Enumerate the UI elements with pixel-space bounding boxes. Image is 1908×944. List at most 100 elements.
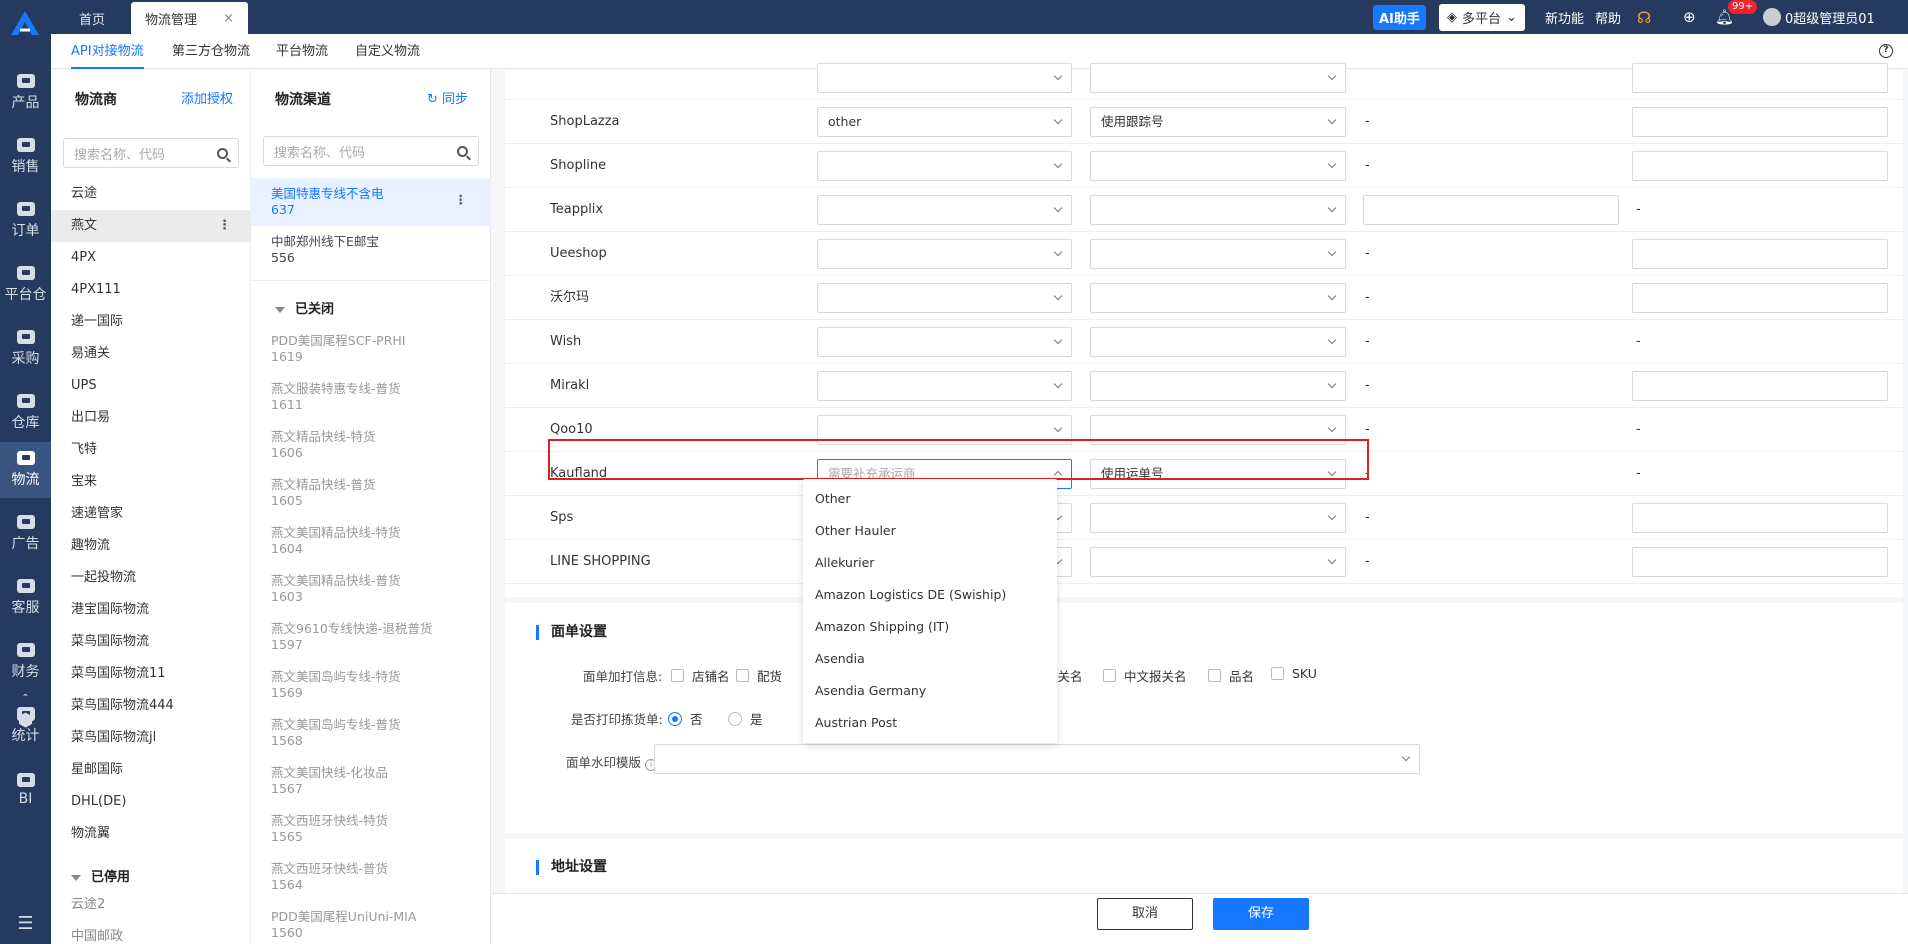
tab-home[interactable]: 首页 bbox=[65, 2, 119, 34]
rail-item-5[interactable]: 仓库 bbox=[0, 385, 51, 441]
carrier-select[interactable] bbox=[817, 283, 1072, 313]
channel-item[interactable]: 燕文9610专线快递-退税普货 1597 bbox=[251, 613, 491, 661]
channel-item[interactable]: 燕文美国岛屿专线-特货 1569 bbox=[251, 661, 491, 709]
dropdown-option[interactable]: Amazon Shipping (IT) bbox=[803, 611, 1057, 643]
rail-item-1[interactable]: 销售 bbox=[0, 129, 51, 185]
track-select[interactable] bbox=[1090, 547, 1346, 577]
channel-item[interactable]: 燕文美国岛屿专线-普货 1568 bbox=[251, 709, 491, 757]
extra-input[interactable] bbox=[1632, 239, 1888, 269]
rail-item-7[interactable]: 广告 bbox=[0, 506, 51, 562]
track-select[interactable]: 使用跟踪号 bbox=[1090, 107, 1346, 137]
checkbox-sku[interactable]: SKU bbox=[1271, 666, 1317, 681]
extra-input[interactable] bbox=[1632, 63, 1888, 93]
sync-button[interactable]: ↻ 同步 bbox=[427, 88, 468, 107]
menu-icon[interactable]: ☰ bbox=[0, 906, 51, 940]
channel-item[interactable]: 燕文西班牙快线-特货 1565 bbox=[251, 805, 491, 853]
rail-item-8[interactable]: 客服 bbox=[0, 570, 51, 626]
rail-item-4[interactable]: 采购 bbox=[0, 321, 51, 377]
checkbox-shop-name[interactable]: 店铺名 bbox=[671, 666, 730, 685]
list-item[interactable]: UPS bbox=[51, 370, 251, 402]
platform-select[interactable]: ◈ 多平台 ⌄ bbox=[1439, 3, 1525, 31]
list-item[interactable]: 4PX111 bbox=[51, 274, 251, 306]
list-item[interactable]: 速递管家 bbox=[51, 498, 251, 530]
app-logo-icon[interactable] bbox=[10, 10, 40, 36]
more-vertical-icon[interactable]: ⋮ bbox=[218, 210, 231, 242]
channel-item[interactable]: 燕文服装特惠专线-普货 1611 bbox=[251, 373, 491, 421]
extra-input[interactable] bbox=[1632, 107, 1888, 137]
channel-item[interactable]: PDD美国尾程UniUni-MIA 1560 bbox=[251, 901, 491, 944]
watermark-select[interactable] bbox=[654, 744, 1420, 774]
carrier-select[interactable] bbox=[817, 327, 1072, 357]
ai-assistant-button[interactable]: AI助手 bbox=[1373, 4, 1426, 30]
track-select[interactable] bbox=[1090, 503, 1346, 533]
rail-item-11[interactable]: BI bbox=[0, 762, 51, 818]
list-item[interactable]: 燕文 ⋮ bbox=[51, 210, 251, 242]
carrier-select[interactable] bbox=[817, 195, 1072, 225]
dropdown-option[interactable]: Amazon Logistics DE (Swiship) bbox=[803, 579, 1057, 611]
channel-item[interactable]: 中邮郑州线下E邮宝 556 bbox=[251, 226, 491, 274]
channel-search-input[interactable]: 搜索名称、代码 bbox=[263, 136, 479, 166]
list-item[interactable]: 易通关 bbox=[51, 338, 251, 370]
support-icon[interactable]: ☊ bbox=[1637, 0, 1651, 34]
subtab-3pl[interactable]: 第三方仓物流 bbox=[172, 34, 250, 69]
list-item[interactable]: 云途 bbox=[51, 178, 251, 210]
track-select[interactable] bbox=[1090, 283, 1346, 313]
channel-item[interactable]: 燕文美国精品快线-特货 1604 bbox=[251, 517, 491, 565]
list-item[interactable]: 宝来 bbox=[51, 466, 251, 498]
extra-input[interactable] bbox=[1632, 151, 1888, 181]
dropdown-option[interactable]: Asendia Germany bbox=[803, 675, 1057, 707]
track-select[interactable] bbox=[1090, 371, 1346, 401]
list-item[interactable]: 菜鸟国际物流jl bbox=[51, 722, 251, 754]
list-item[interactable]: 菜鸟国际物流11 bbox=[51, 658, 251, 690]
list-item[interactable]: 星邮国际 bbox=[51, 754, 251, 786]
extra-input[interactable] bbox=[1632, 503, 1888, 533]
dropdown-option[interactable]: Allekurier bbox=[803, 547, 1057, 579]
extra-input[interactable] bbox=[1632, 283, 1888, 313]
track-select[interactable] bbox=[1090, 327, 1346, 357]
checkbox-cn-customs[interactable]: 中文报关名 bbox=[1103, 666, 1187, 685]
list-item[interactable]: DHL(DE) bbox=[51, 786, 251, 818]
subtab-api[interactable]: API对接物流 bbox=[71, 34, 144, 69]
disabled-group-header[interactable]: 已停用 bbox=[71, 866, 130, 885]
radio-no[interactable]: 否 bbox=[668, 709, 703, 728]
extra-input[interactable] bbox=[1632, 371, 1888, 401]
list-item[interactable]: 物流翼 bbox=[51, 818, 251, 850]
help-link[interactable]: 帮助 bbox=[1595, 0, 1621, 34]
list-item[interactable]: 出口易 bbox=[51, 402, 251, 434]
extra-input[interactable] bbox=[1632, 547, 1888, 577]
tab-logistics[interactable]: 物流管理 × bbox=[131, 2, 248, 34]
download-icon[interactable]: ⊕ bbox=[1683, 0, 1696, 34]
subtab-custom[interactable]: 自定义物流 bbox=[355, 34, 420, 69]
carrier-select[interactable] bbox=[817, 371, 1072, 401]
rail-item-9[interactable]: 财务 bbox=[0, 634, 51, 690]
subtab-platform[interactable]: 平台物流 bbox=[276, 34, 328, 69]
checkbox-product-name[interactable]: 品名 bbox=[1208, 666, 1254, 685]
settings-icon[interactable]: ⬢ bbox=[0, 692, 51, 748]
close-icon[interactable]: × bbox=[223, 11, 234, 26]
rail-item-2[interactable]: 订单 bbox=[0, 193, 51, 249]
carrier-select[interactable] bbox=[817, 63, 1072, 93]
list-item[interactable]: 4PX bbox=[51, 242, 251, 274]
rail-item-6[interactable]: 物流 bbox=[0, 442, 51, 498]
list-item[interactable]: 递一国际 bbox=[51, 306, 251, 338]
list-item[interactable]: 飞特 bbox=[51, 434, 251, 466]
list-item[interactable]: 港宝国际物流 bbox=[51, 594, 251, 626]
track-select[interactable] bbox=[1090, 239, 1346, 269]
track-select[interactable] bbox=[1090, 151, 1346, 181]
dropdown-option[interactable]: Other bbox=[803, 483, 1057, 515]
more-vertical-icon[interactable]: ⋮ bbox=[455, 192, 468, 208]
rail-item-0[interactable]: 产品 bbox=[0, 65, 51, 121]
track-select[interactable] bbox=[1090, 63, 1346, 93]
extra-input[interactable] bbox=[1363, 195, 1619, 225]
channel-item[interactable]: 燕文精品快线-普货 1605 bbox=[251, 469, 491, 517]
add-auth-link[interactable]: 添加授权 bbox=[181, 88, 233, 107]
cancel-button[interactable]: 取消 bbox=[1097, 898, 1193, 930]
carrier-select[interactable] bbox=[817, 151, 1072, 181]
checkbox-picking[interactable]: 配货 bbox=[736, 666, 782, 685]
radio-yes[interactable]: 是 bbox=[728, 709, 763, 728]
dropdown-option[interactable]: Asendia bbox=[803, 643, 1057, 675]
channel-item[interactable]: 燕文西班牙快线-普货 1564 bbox=[251, 853, 491, 901]
carrier-select[interactable]: other bbox=[817, 107, 1072, 137]
channel-item[interactable]: 美国特惠专线不含电 637 ⋮ bbox=[251, 178, 491, 226]
list-item[interactable]: 一起投物流 bbox=[51, 562, 251, 594]
